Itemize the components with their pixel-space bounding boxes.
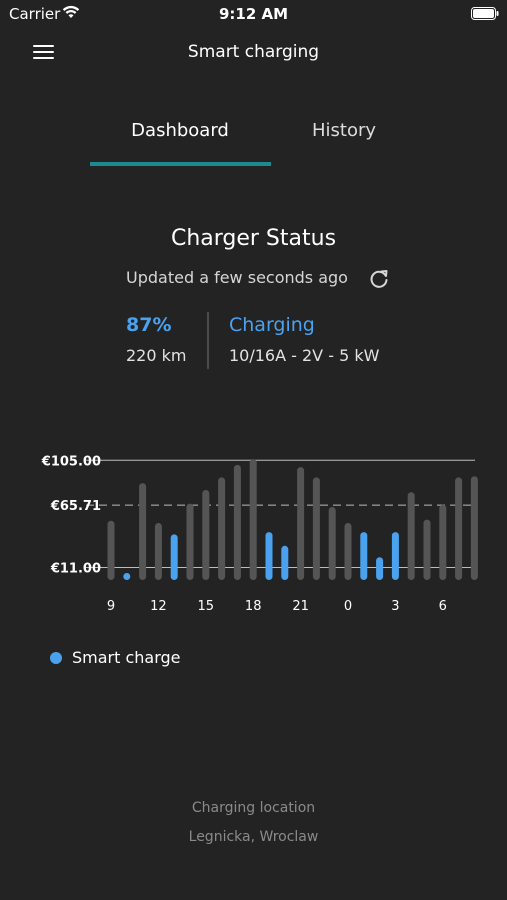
- x-tick-label: 0: [344, 599, 352, 614]
- price-bar: [154, 523, 162, 580]
- price-bar: [344, 523, 352, 580]
- smart-charge-bar: [360, 532, 368, 580]
- price-bar: [202, 489, 210, 580]
- price-bar: [312, 477, 320, 580]
- price-bar: [139, 483, 147, 580]
- price-bar: [186, 503, 194, 580]
- y-tick-label: €11.00: [50, 561, 101, 576]
- refresh-icon[interactable]: [368, 268, 390, 290]
- x-tick-label: 6: [439, 599, 447, 614]
- smart-charge-legend-dot: [50, 652, 62, 664]
- price-bar: [218, 477, 226, 580]
- price-chart: €105.00 €65.71 €11.00 9 12 15 18 21 0 3 6: [41, 454, 478, 614]
- smart-charge-bar: [376, 557, 384, 580]
- x-tick-label: 12: [150, 599, 167, 614]
- price-bar: [407, 492, 415, 580]
- smart-charge-legend-label: Smart charge: [72, 648, 181, 667]
- tab-history[interactable]: History: [270, 120, 418, 141]
- price-bar: [470, 476, 478, 580]
- x-tick-label: 9: [107, 599, 115, 614]
- price-bar: [107, 520, 115, 580]
- smart-charge-bar: [170, 534, 178, 580]
- charger-status-title: Charger Status: [170, 226, 337, 251]
- x-tick-label: 21: [292, 599, 309, 614]
- price-bar: [423, 519, 431, 580]
- charging-detail: 10/16A - 2V - 5 kW: [229, 346, 380, 365]
- price-bar: [249, 459, 257, 580]
- page-title: Smart charging: [187, 42, 320, 62]
- x-tick-label: 3: [391, 599, 399, 614]
- price-bar: [328, 507, 336, 580]
- x-tick-label: 18: [245, 599, 262, 614]
- x-tick-label: 15: [198, 599, 215, 614]
- charging-status: Charging: [229, 314, 315, 336]
- smart-charge-bar: [265, 532, 273, 580]
- price-bar: [297, 467, 305, 580]
- price-bar: [455, 477, 463, 580]
- charging-location-value: Legnicka, Wroclaw: [188, 829, 319, 845]
- smart-charge-bar: [391, 532, 399, 580]
- updated-text: Updated a few seconds ago: [126, 268, 348, 287]
- y-tick-label: €65.71: [50, 499, 101, 514]
- active-tab-indicator: [90, 162, 271, 166]
- smart-charge-bar: [281, 545, 289, 580]
- battery-percent: 87%: [126, 314, 172, 336]
- charging-location-label: Charging location: [191, 800, 316, 816]
- y-tick-label: €105.00: [41, 454, 101, 469]
- battery-icon: [471, 7, 499, 20]
- clock: 9:12 AM: [218, 5, 289, 23]
- battery-range: 220 km: [126, 346, 187, 365]
- status-divider: [207, 312, 209, 369]
- price-bar: [439, 504, 447, 580]
- price-bar: [233, 464, 241, 580]
- smart-charge-bar: [123, 573, 131, 580]
- status-bar: Carrier 9:12 AM: [0, 0, 507, 28]
- tab-dashboard[interactable]: Dashboard: [90, 120, 270, 141]
